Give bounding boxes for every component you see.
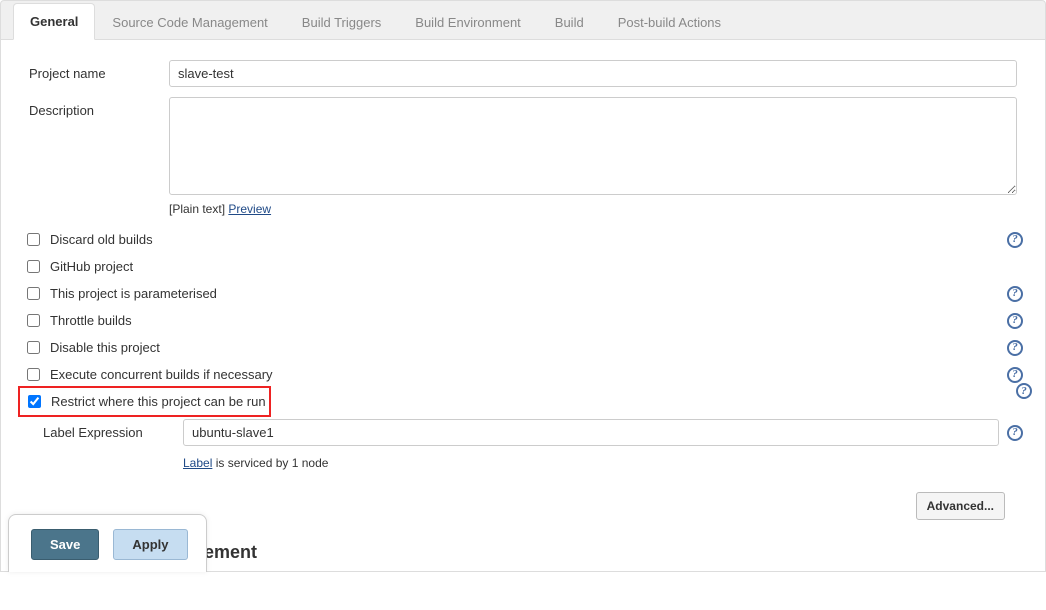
label-expression-hint: Label is serviced by 1 node [15,456,1031,470]
project-name-row: Project name [15,60,1031,87]
restrict-node-label: Restrict where this project can be run [51,394,267,409]
advanced-button[interactable]: Advanced... [916,492,1005,520]
option-concurrent-builds: Execute concurrent builds if necessary ? [15,361,1031,388]
description-textarea[interactable] [169,97,1017,195]
option-restrict-node: Restrict where this project can be run [20,388,269,415]
tab-general[interactable]: General [13,3,95,40]
preview-link[interactable]: Preview [228,202,271,216]
config-tabbar: General Source Code Management Build Tri… [0,0,1046,40]
tab-environment[interactable]: Build Environment [398,4,538,40]
tab-postbuild[interactable]: Post-build Actions [601,4,738,40]
option-parameterised: This project is parameterised ? [15,280,1031,307]
github-project-checkbox[interactable] [27,260,40,273]
help-icon[interactable]: ? [1016,383,1032,399]
apply-button[interactable]: Apply [113,529,187,560]
options-block: Discard old builds ? GitHub project This… [15,226,1031,470]
throttle-builds-checkbox[interactable] [27,314,40,327]
description-label: Description [15,97,169,118]
label-expression-row: Label Expression ? [15,415,1031,450]
restrict-node-checkbox[interactable] [28,395,41,408]
discard-old-builds-label: Discard old builds [50,232,1029,247]
tab-triggers[interactable]: Build Triggers [285,4,398,40]
option-throttle-builds: Throttle builds ? [15,307,1031,334]
label-expression-input[interactable] [183,419,999,446]
option-discard-old-builds: Discard old builds ? [15,226,1031,253]
throttle-builds-label: Throttle builds [50,313,1029,328]
help-icon[interactable]: ? [1007,340,1023,356]
disable-project-checkbox[interactable] [27,341,40,354]
disable-project-label: Disable this project [50,340,1029,355]
description-row: Description [Plain text] Preview [15,97,1031,216]
label-expression-label: Label Expression [43,425,183,440]
help-icon[interactable]: ? [1007,286,1023,302]
parameterised-label: This project is parameterised [50,286,1029,301]
help-icon[interactable]: ? [1007,425,1023,441]
general-panel: Project name Description [Plain text] Pr… [0,40,1046,572]
github-project-label: GitHub project [50,259,1029,274]
tab-build[interactable]: Build [538,4,601,40]
label-hint-text: is serviced by 1 node [212,456,328,470]
tab-scm[interactable]: Source Code Management [95,4,284,40]
label-link[interactable]: Label [183,456,212,470]
description-hint: [Plain text] Preview [169,202,1017,216]
help-icon[interactable]: ? [1007,232,1023,248]
option-disable-project: Disable this project ? [15,334,1031,361]
save-button[interactable]: Save [31,529,99,560]
discard-old-builds-checkbox[interactable] [27,233,40,246]
help-icon[interactable]: ? [1007,367,1023,383]
option-github-project: GitHub project [15,253,1031,280]
project-name-label: Project name [15,60,169,81]
project-name-input[interactable] [169,60,1017,87]
restrict-help-holder: ? [1016,383,1032,399]
help-icon[interactable]: ? [1007,313,1023,329]
concurrent-builds-label: Execute concurrent builds if necessary [50,367,1029,382]
plain-text-label: [Plain text] [169,202,228,216]
sticky-action-bar: Save Apply [8,514,207,572]
parameterised-checkbox[interactable] [27,287,40,300]
concurrent-builds-checkbox[interactable] [27,368,40,381]
